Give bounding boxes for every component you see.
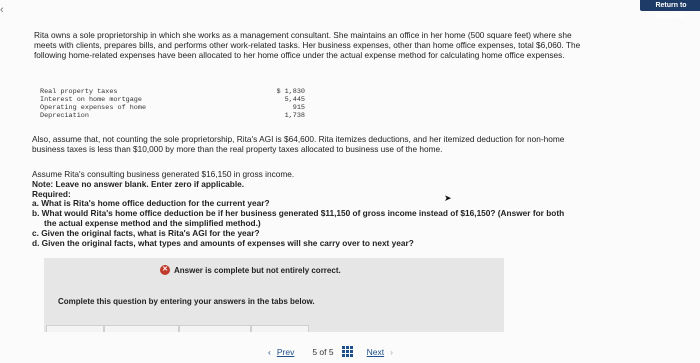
next-button[interactable]: Next [367,347,384,357]
tab-required-d[interactable] [251,325,309,332]
intro-text: Rita owns a sole proprietorship in which… [34,30,581,60]
next-chevron-icon[interactable]: › [390,347,393,357]
cost-amount: $ 1,830 [276,88,305,96]
return-to-question-button[interactable]: Return to question [640,0,700,20]
question-d: d. Given the original facts, what types … [32,237,414,248]
page-indicator: 5 of 5 [312,346,334,357]
instruction-text: Complete this question by entering your … [58,297,315,306]
tab-required-c[interactable] [179,325,251,332]
cost-row: Operating expenses of home 915 [40,104,305,112]
cost-row: Real property taxes $ 1,830 [40,88,305,96]
prev-button[interactable]: Prev [277,347,294,357]
assumption-text: Also, assume that, not counting the sole… [32,134,565,154]
cost-amount: 5,445 [284,96,305,104]
cost-label: Interest on home mortgage [40,96,142,104]
cost-label: Depreciation [40,112,89,120]
prev-chevron-icon[interactable]: ‹ [268,347,271,357]
pagination: ‹ Prev 5 of 5 Next › [268,346,393,357]
cost-table: Real property taxes $ 1,830 Interest on … [40,88,305,120]
collapse-chevron-icon[interactable]: ‹ [0,4,4,16]
tab-required-b[interactable] [104,325,179,332]
cost-amount: 915 [292,104,305,112]
answer-status: ✕ Answer is complete but not entirely co… [160,265,341,275]
cost-row: Interest on home mortgage 5,445 [40,96,305,104]
answer-status-text: Answer is complete but not entirely corr… [174,265,341,275]
grid-icon[interactable] [341,346,353,357]
cost-label: Operating expenses of home [40,104,147,112]
error-x-icon: ✕ [160,265,170,275]
cost-row: Depreciation 1,738 [40,112,305,120]
tab-required-a[interactable] [46,325,104,332]
cost-amount: 1,738 [284,112,305,120]
note-text: Note: Leave no answer blank. Enter zero … [32,178,245,189]
answer-tabs [46,325,309,332]
mouse-cursor-icon: ➤ [444,193,452,203]
problem-intro: Rita owns a sole proprietorship in which… [34,30,594,60]
cost-label: Real property taxes [40,88,118,96]
requirements-block: Assume Rita's consulting business genera… [32,169,602,248]
